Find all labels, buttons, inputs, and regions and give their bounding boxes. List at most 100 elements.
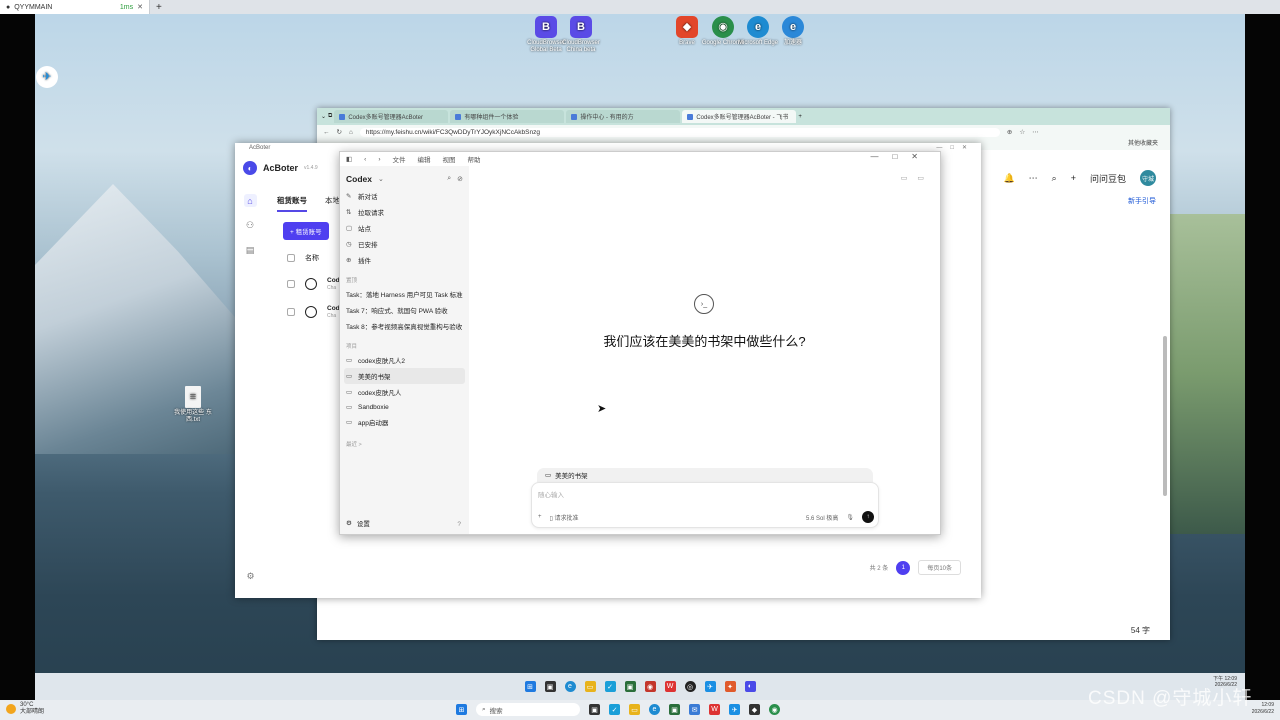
edge-icon[interactable]: e	[649, 704, 660, 715]
back-icon[interactable]: ←	[323, 129, 330, 136]
scrollbar[interactable]	[1163, 336, 1167, 496]
users-icon[interactable]: ⚇	[244, 219, 257, 232]
sidebar-toggle-icon[interactable]: ◧	[346, 155, 352, 163]
new-tab-button[interactable]: +	[798, 114, 802, 120]
app-icon[interactable]: ✓	[604, 681, 616, 692]
openai-icon[interactable]: ◎	[684, 681, 696, 692]
model-select[interactable]: 5.6 Sol 极高	[806, 513, 838, 522]
add-attachment-icon[interactable]: +	[538, 514, 542, 520]
table-row[interactable]: Cod Cha	[287, 305, 340, 319]
url-field[interactable]: https://my.feishu.cn/wiki/FC3QwDDyTrYJOy…	[359, 127, 1000, 137]
nav-sites[interactable]: ▢ 站点	[340, 220, 469, 236]
favorite-star-icon[interactable]: ☆	[1019, 128, 1025, 136]
back-icon[interactable]: ‹	[364, 156, 366, 163]
zoom-icon[interactable]: ⊕	[1007, 128, 1012, 136]
search-icon[interactable]: ⌕	[447, 175, 451, 183]
approval-mode-button[interactable]: ▯ 请求批准	[550, 513, 579, 522]
file-icon[interactable]: ▤	[244, 244, 257, 257]
app-icon[interactable]: ◉	[644, 681, 656, 692]
menu-edit[interactable]: 编辑	[418, 154, 431, 164]
other-favorites[interactable]: 其他收藏夹	[1128, 141, 1158, 147]
more-icon[interactable]: ⋯	[1029, 173, 1038, 184]
microphone-icon[interactable]: 🎙	[846, 514, 854, 521]
ask-doubao-button[interactable]: 问问豆包	[1090, 172, 1126, 185]
newbie-guide-link[interactable]: 新手引导	[1128, 196, 1156, 206]
avatar[interactable]: 守城	[1140, 170, 1156, 186]
menu-dots-icon[interactable]: ⋯	[1032, 128, 1039, 136]
app-icon[interactable]: ✓	[609, 704, 620, 715]
task-view-icon[interactable]: ▣	[589, 704, 600, 715]
codex-title[interactable]: Codex	[346, 174, 372, 184]
add-rented-account-button[interactable]: + 租赁账号	[283, 222, 329, 240]
edge-icon[interactable]: e	[564, 681, 576, 692]
recent-toggle[interactable]: 最近 >	[340, 430, 469, 450]
settings-button[interactable]: ⚙ 设置	[346, 518, 370, 528]
host-clock[interactable]: 12:09 2026/6/22	[1252, 702, 1274, 716]
send-button[interactable]: ↑	[862, 511, 874, 523]
home-icon[interactable]: ⌂	[349, 129, 353, 136]
search-icon[interactable]: ⌕	[1052, 173, 1057, 184]
tab-rented-accounts[interactable]: 租赁账号	[277, 195, 307, 212]
project-item[interactable]: ▭ 美美的书架	[344, 368, 465, 384]
chevron-down-icon[interactable]: ⌄	[378, 175, 384, 183]
home-icon[interactable]: ⌂	[243, 194, 257, 207]
nav-scheduled[interactable]: ◷ 已安排	[340, 236, 469, 252]
panel-toggle-icons[interactable]: ▭▭	[901, 174, 934, 182]
app-icon[interactable]: ◆	[749, 704, 760, 715]
prompt-input[interactable]: 随心输入	[538, 489, 564, 499]
menu-file[interactable]: 文件	[393, 154, 406, 164]
help-icon[interactable]: ?	[457, 521, 461, 528]
workspaces-icon[interactable]: ⧉	[328, 113, 332, 120]
forward-icon[interactable]: ›	[378, 156, 380, 163]
app-icon[interactable]: ✉	[689, 704, 700, 715]
project-item[interactable]: ▭ codex皮肤凡人2	[340, 352, 469, 368]
tab-actions-icon[interactable]: ⌄	[321, 113, 326, 120]
acboter-logo-icon[interactable]: ◐	[744, 681, 756, 692]
app-icon[interactable]: ▣	[624, 681, 636, 692]
gear-icon[interactable]: ⚙	[244, 570, 257, 583]
windows-start-icon[interactable]: ⊞	[456, 704, 467, 715]
nav-pull-requests[interactable]: ⇅ 拉取请求	[340, 204, 469, 220]
wps-icon[interactable]: W	[664, 681, 676, 692]
windows-start-icon[interactable]: ⊞	[524, 681, 536, 692]
feishu-icon[interactable]: ✈	[729, 704, 740, 715]
desktop-shortcut-cloudbrowser-china[interactable]: B CloudBrowser China beta	[559, 16, 603, 54]
close-icon[interactable]: ✕	[137, 3, 143, 11]
refresh-icon[interactable]: ↻	[337, 128, 342, 136]
row-checkbox[interactable]	[287, 308, 295, 316]
project-item[interactable]: ▭ codex皮肤凡人	[340, 384, 469, 400]
search-input[interactable]: ⌕ 搜索	[476, 703, 580, 716]
chrome-icon[interactable]: ◉	[769, 704, 780, 715]
browser-tab-1[interactable]: Codex多账号管理器AcBoter	[334, 110, 449, 123]
menu-help[interactable]: 帮助	[468, 154, 481, 164]
nav-new-chat[interactable]: ✎ 新对话	[340, 188, 469, 204]
folder-icon[interactable]: ▭	[629, 704, 640, 715]
page-button[interactable]: 1	[896, 560, 911, 575]
desktop-shortcut-feishu[interactable]: ✈	[35, 66, 69, 90]
table-row[interactable]: Cod Cha	[287, 277, 340, 291]
app-icon[interactable]: ▣	[669, 704, 680, 715]
filter-icon[interactable]: ⊘	[457, 175, 463, 183]
desktop-file[interactable]: ≡ 我使用这些 东西.txt	[171, 386, 215, 424]
browser-tab-3[interactable]: 操作中心 - 有用的方	[566, 110, 681, 123]
desktop-shortcut-accelerator[interactable]: e 加速器	[771, 16, 815, 47]
folder-icon[interactable]: ▭	[584, 681, 596, 692]
host-session-tab[interactable]: ● QYYMMAIN 1ms ✕	[0, 0, 150, 14]
new-tab-button[interactable]: +	[150, 2, 168, 13]
notification-icon[interactable]: 🔔	[1003, 173, 1014, 184]
project-item[interactable]: ▭ Sandboxie	[340, 400, 469, 414]
feishu-icon[interactable]: ✈	[704, 681, 716, 692]
tab-local[interactable]: 本地	[325, 195, 340, 212]
pinned-task[interactable]: Task 7：响应式、就国句 PWA 验收	[340, 302, 469, 318]
row-checkbox[interactable]	[287, 280, 295, 288]
browser-tab-4[interactable]: Codex多账号管理器AcBoter - 飞书	[682, 110, 797, 123]
pinned-task[interactable]: Task 8：参考视频高保真视觉重构与验收	[340, 318, 469, 334]
wps-icon[interactable]: W	[709, 704, 720, 715]
app-icon[interactable]: ✦	[724, 681, 736, 692]
add-icon[interactable]: +	[1071, 173, 1076, 183]
select-all-checkbox[interactable]	[287, 254, 295, 262]
nav-plugins[interactable]: ⊕ 插件	[340, 252, 469, 268]
browser-tab-2[interactable]: 有哪种组件一个体验	[450, 110, 565, 123]
project-chip[interactable]: ▭ 美美的书架	[537, 468, 873, 482]
window-controls[interactable]: —□✕	[870, 152, 932, 161]
